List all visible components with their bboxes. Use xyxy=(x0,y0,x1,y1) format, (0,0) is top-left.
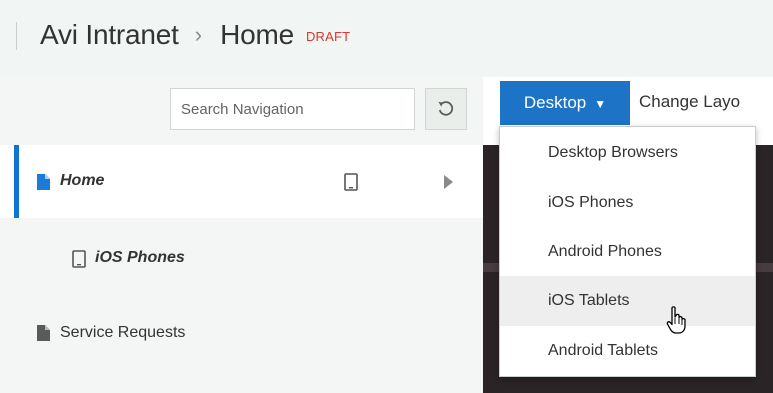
device-button-label: Desktop xyxy=(523,93,587,112)
menu-item-android-tablets[interactable]: Android Tablets xyxy=(500,326,755,376)
menu-item-ios-phones[interactable]: iOS Phones xyxy=(500,178,755,228)
hand-cursor-icon xyxy=(666,306,686,334)
header-divider xyxy=(16,22,17,50)
menu-item-desktop-browsers[interactable]: Desktop Browsers xyxy=(500,128,755,178)
breadcrumb: Avi Intranet › Home DRAFT xyxy=(40,19,350,51)
page-header: Avi Intranet › Home DRAFT xyxy=(0,0,773,77)
phone-device-icon xyxy=(72,250,86,268)
change-layout-link[interactable]: Change Layo xyxy=(639,92,740,112)
nav-item-label: Service Requests xyxy=(60,324,186,341)
tablet-icon[interactable] xyxy=(344,173,358,191)
refresh-button[interactable] xyxy=(425,88,467,130)
breadcrumb-site[interactable]: Avi Intranet xyxy=(40,19,179,51)
search-navigation-input[interactable] xyxy=(170,88,415,130)
draft-badge: DRAFT xyxy=(305,29,351,44)
nav-item-label: iOS Phones xyxy=(95,249,185,266)
nav-item-home[interactable]: Home xyxy=(0,145,483,218)
breadcrumb-separator: › xyxy=(194,22,203,47)
nav-item-ios-phones[interactable]: iOS Phones xyxy=(0,218,483,295)
device-select-button[interactable]: Desktop ▼ xyxy=(500,81,630,125)
nav-item-service-requests[interactable]: Service Requests xyxy=(0,295,483,365)
navigation-panel: Home iOS Phones Service Requests xyxy=(0,77,483,393)
refresh-icon xyxy=(438,101,454,116)
chevron-down-icon: ▼ xyxy=(594,97,607,111)
menu-item-ios-tablets[interactable]: iOS Tablets xyxy=(500,276,755,326)
menu-item-android-phones[interactable]: Android Phones xyxy=(500,227,755,277)
page-icon xyxy=(37,325,50,341)
nav-item-label: Home xyxy=(60,172,105,189)
device-dropdown-menu: Desktop Browsers iOS Phones Android Phon… xyxy=(499,126,756,377)
page-title: Home xyxy=(220,19,294,50)
caret-right-icon[interactable] xyxy=(443,175,453,189)
page-icon xyxy=(37,174,50,190)
